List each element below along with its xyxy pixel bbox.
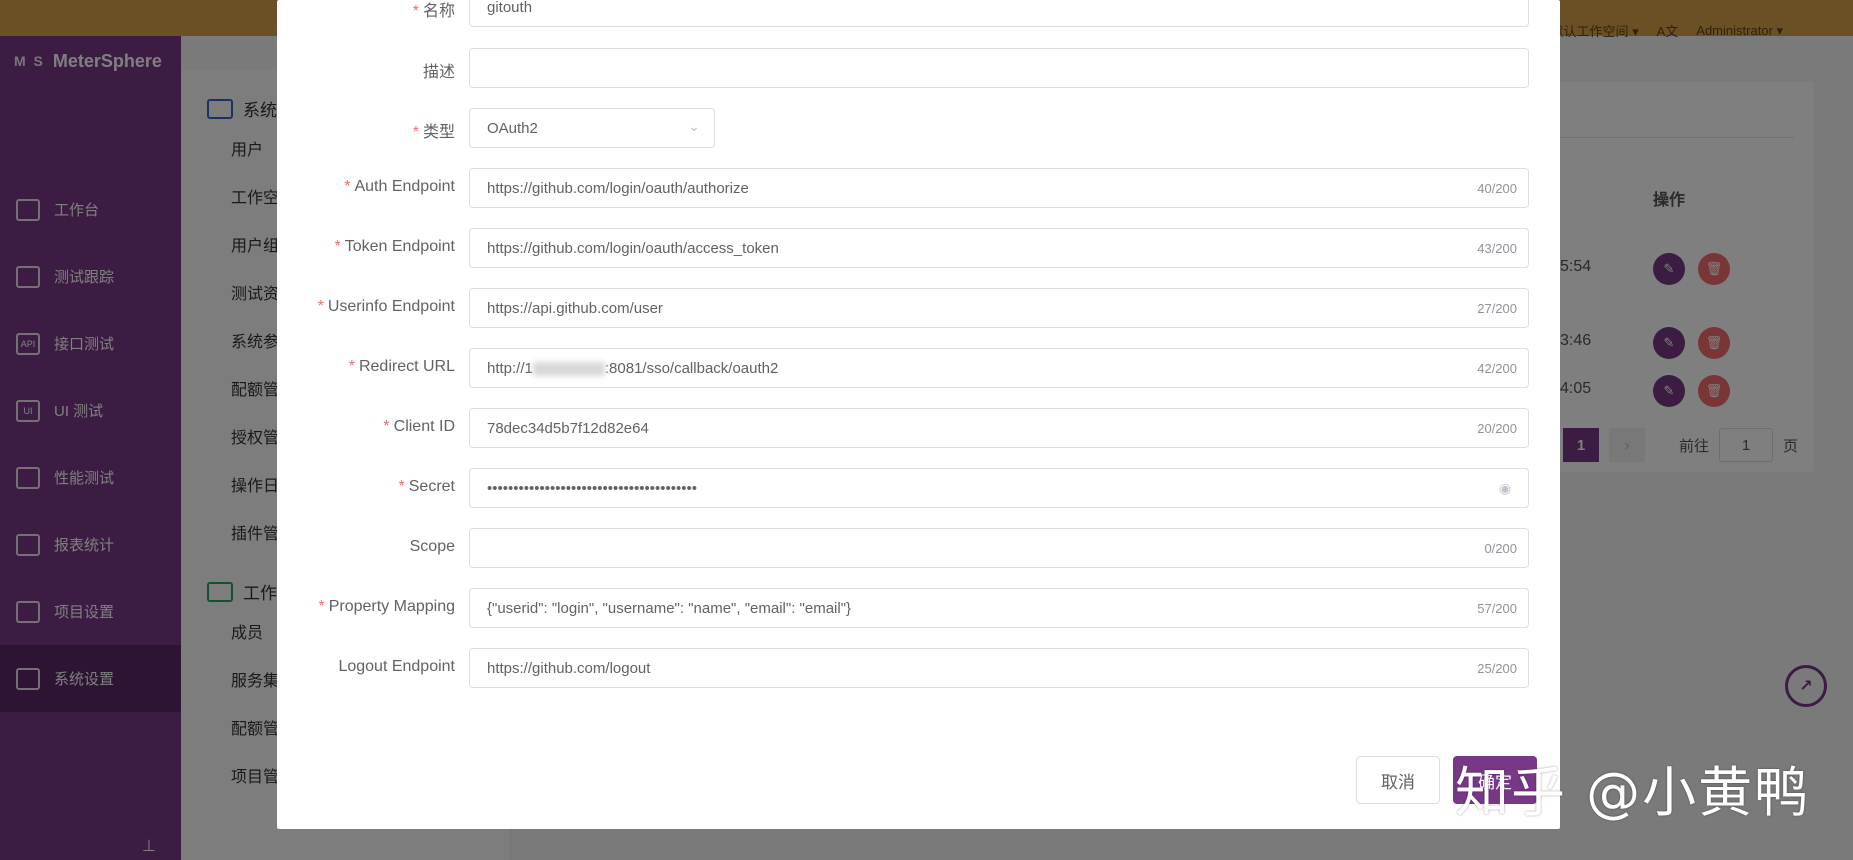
char-count: 25/200 [1477,661,1517,676]
char-count: 42/200 [1477,361,1517,376]
form-row-secret: * Secret ••••••••••••••••••••••••••••••••… [277,468,1560,508]
form-row-scope: Scope 0/200 [277,528,1560,568]
name-input[interactable]: gitouth [469,0,1529,27]
oauth2-config-dialog: * 名称 gitouth 描述 * 类型 OAuth2 ⌄ * Auth Endpoin… [277,0,1560,829]
field-label: * Auth Endpoint [344,178,455,195]
char-count: 27/200 [1477,301,1517,316]
auth-endpoint-input[interactable]: https://github.com/login/oauth/authorize… [469,168,1529,208]
secret-input[interactable]: ••••••••••••••••••••••••••••••••••••••••… [469,468,1529,508]
field-label: * Secret [398,478,455,495]
char-count: 20/200 [1477,421,1517,436]
redirect-url-input[interactable]: http://1:8081/sso/callback/oauth2 42/200 [469,348,1529,388]
redacted-ip [532,362,605,377]
field-label: Scope [409,538,455,555]
client-id-input[interactable]: 78dec34d5b7f12d82e64 20/200 [469,408,1529,448]
char-count: 43/200 [1477,241,1517,256]
field-label: * Client ID [383,418,455,435]
form-row-auth-endpoint: * Auth Endpoint https://github.com/login/… [277,168,1560,208]
input-value: http://1:8081/sso/callback/oauth2 [487,360,779,377]
input-value: https://github.com/login/oauth/authorize [487,180,749,197]
type-select[interactable]: OAuth2 ⌄ [469,108,715,148]
form-row-description: 描述 [277,48,1560,88]
field-label: * Userinfo Endpoint [317,298,455,315]
char-count: 57/200 [1477,601,1517,616]
input-value: gitouth [487,0,533,16]
chevron-down-icon: ⌄ [688,118,700,134]
token-endpoint-input[interactable]: https://github.com/login/oauth/access_to… [469,228,1529,268]
userinfo-endpoint-input[interactable]: https://api.github.com/user 27/200 [469,288,1529,328]
form-row-client-id: * Client ID 78dec34d5b7f12d82e64 20/200 [277,408,1560,448]
property-mapping-input[interactable]: {"userid": "login", "username": "name", … [469,588,1529,628]
input-value: 78dec34d5b7f12d82e64 [487,420,649,437]
form-row-userinfo-endpoint: * Userinfo Endpoint https://api.github.co… [277,288,1560,328]
field-label: * Property Mapping [318,598,455,615]
form-row-name: * 名称 gitouth [277,0,1560,27]
form-row-type: * 类型 OAuth2 ⌄ [277,108,1560,148]
scope-input[interactable]: 0/200 [469,528,1529,568]
cancel-button[interactable]: 取消 [1356,756,1440,804]
input-value: https://github.com/login/oauth/access_to… [487,240,779,257]
form-row-token-endpoint: * Token Endpoint https://github.com/login… [277,228,1560,268]
form-row-property-mapping: * Property Mapping {"userid": "login", "u… [277,588,1560,628]
select-value: OAuth2 [487,120,538,137]
form-row-logout-endpoint: Logout Endpoint https://github.com/logou… [277,648,1560,688]
input-value: https://api.github.com/user [487,300,663,317]
char-count: 0/200 [1484,541,1517,556]
field-label: * Token Endpoint [334,238,455,255]
field-label: 描述 [422,64,455,81]
description-input[interactable] [469,48,1529,88]
input-value: {"userid": "login", "username": "name", … [487,600,852,617]
form-row-redirect-url: * Redirect URL http://1:8081/sso/callback… [277,348,1560,388]
field-label: Logout Endpoint [338,658,455,675]
field-label: * 类型 [412,124,455,141]
input-value: •••••••••••••••••••••••••••••••••••••••• [487,480,698,497]
watermark: 知乎 @小黄鸭 [1455,761,1811,824]
char-count: 40/200 [1477,181,1517,196]
logout-endpoint-input[interactable]: https://github.com/logout 25/200 [469,648,1529,688]
field-label: * Redirect URL [348,358,455,375]
eye-icon[interactable]: ◉ [1495,478,1515,498]
input-value: https://github.com/logout [487,660,651,677]
field-label: * 名称 [412,3,455,20]
